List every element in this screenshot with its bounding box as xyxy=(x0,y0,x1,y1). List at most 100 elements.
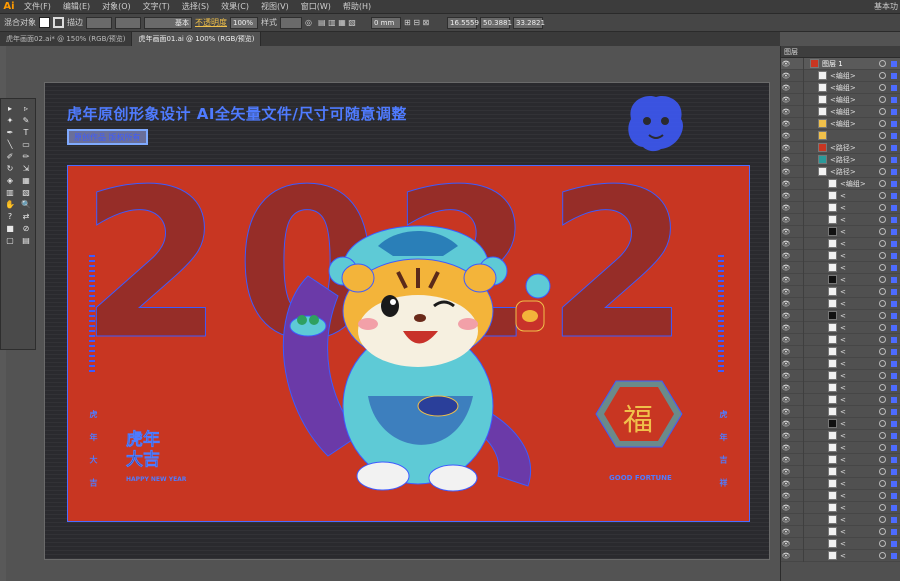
visibility-eye-icon[interactable]: 👁 xyxy=(781,238,791,250)
graphic-style-picker[interactable] xyxy=(280,16,302,29)
layer-row[interactable]: 👁 < xyxy=(781,310,900,322)
visibility-eye-icon[interactable]: 👁 xyxy=(781,118,791,130)
target-circle-icon[interactable] xyxy=(879,456,886,463)
target-circle-icon[interactable] xyxy=(879,492,886,499)
tool-icon[interactable]: T xyxy=(19,127,33,137)
target-circle-icon[interactable] xyxy=(879,228,886,235)
menu-item[interactable]: 帮助(H) xyxy=(337,1,377,12)
layer-row[interactable]: 👁 <路径> xyxy=(781,142,900,154)
lock-toggle[interactable] xyxy=(791,82,801,94)
target-circle-icon[interactable] xyxy=(879,288,886,295)
lock-toggle[interactable] xyxy=(791,550,801,562)
layer-row[interactable]: 👁 <路径> xyxy=(781,154,900,166)
artboard[interactable]: 虎年原创形象设计 AI全矢量文件/尺寸可随意调整 原创作品 版权所有 2022 xyxy=(44,82,770,560)
layer-row[interactable]: 👁 < xyxy=(781,502,900,514)
menu-item[interactable]: 视图(V) xyxy=(255,1,295,12)
tiger-god-of-wealth-illustration[interactable] xyxy=(248,206,578,506)
layer-row[interactable]: 👁 < xyxy=(781,358,900,370)
lock-toggle[interactable] xyxy=(791,142,801,154)
visibility-eye-icon[interactable]: 👁 xyxy=(781,142,791,154)
selection-indicator[interactable] xyxy=(891,180,897,187)
target-circle-icon[interactable] xyxy=(879,444,886,451)
visibility-eye-icon[interactable]: 👁 xyxy=(781,346,791,358)
visibility-eye-icon[interactable]: 👁 xyxy=(781,550,791,562)
layer-row[interactable]: 👁 < xyxy=(781,394,900,406)
tool-icon[interactable]: ◈ xyxy=(3,175,17,185)
target-circle-icon[interactable] xyxy=(879,324,886,331)
lock-toggle[interactable] xyxy=(791,202,801,214)
lock-toggle[interactable] xyxy=(791,430,801,442)
lock-toggle[interactable] xyxy=(791,418,801,430)
layer-row[interactable]: 👁 < xyxy=(781,526,900,538)
selection-indicator[interactable] xyxy=(891,192,897,199)
y-field[interactable]: 50.3881 xyxy=(480,16,512,29)
target-circle-icon[interactable] xyxy=(879,108,886,115)
lock-toggle[interactable] xyxy=(791,190,801,202)
lock-toggle[interactable] xyxy=(791,298,801,310)
visibility-eye-icon[interactable]: 👁 xyxy=(781,514,791,526)
menu-item[interactable]: 对象(O) xyxy=(96,1,137,12)
tool-icon[interactable]: ▦ xyxy=(19,175,33,185)
tool-icon[interactable]: ✏ xyxy=(19,151,33,161)
layer-row[interactable]: 👁 < xyxy=(781,430,900,442)
visibility-eye-icon[interactable]: 👁 xyxy=(781,226,791,238)
right-vertical-text[interactable]: 虎 年 吉 祥 xyxy=(718,410,729,492)
tab-doc-02[interactable]: 虎年画面02.ai* @ 150% (RGB/预览) xyxy=(0,32,133,46)
selection-indicator[interactable] xyxy=(891,168,897,175)
lock-toggle[interactable] xyxy=(791,274,801,286)
selection-indicator[interactable] xyxy=(891,96,897,103)
lock-toggle[interactable] xyxy=(791,286,801,298)
layer-row[interactable]: 👁 < xyxy=(781,250,900,262)
selection-indicator[interactable] xyxy=(891,108,897,115)
lock-toggle[interactable] xyxy=(791,166,801,178)
visibility-eye-icon[interactable]: 👁 xyxy=(781,406,791,418)
target-circle-icon[interactable] xyxy=(879,552,886,559)
brush-definition[interactable]: 基本 xyxy=(144,16,192,29)
poster-title[interactable]: 虎年原创形象设计 AI全矢量文件/尺寸可随意调整 xyxy=(67,103,407,124)
lock-toggle[interactable] xyxy=(791,394,801,406)
selection-indicator[interactable] xyxy=(891,432,897,439)
layer-row[interactable]: 👁 < xyxy=(781,190,900,202)
visibility-eye-icon[interactable]: 👁 xyxy=(781,166,791,178)
target-circle-icon[interactable] xyxy=(879,60,886,67)
stroke-swatch[interactable] xyxy=(53,17,64,28)
lock-toggle[interactable] xyxy=(791,502,801,514)
selection-indicator[interactable] xyxy=(891,204,897,211)
visibility-eye-icon[interactable]: 👁 xyxy=(781,94,791,106)
transform-icon[interactable]: ⊞ ⊟ ⊠ xyxy=(404,18,444,27)
layer-row[interactable]: 👁 < xyxy=(781,238,900,250)
target-circle-icon[interactable] xyxy=(879,120,886,127)
opacity-label[interactable]: 不透明度 xyxy=(195,17,227,28)
selection-indicator[interactable] xyxy=(891,288,897,295)
tool-icon[interactable]: ✐ xyxy=(3,151,17,161)
tool-icon[interactable]: ╲ xyxy=(3,139,17,149)
layer-row[interactable]: 👁 < xyxy=(781,466,900,478)
tool-icon[interactable]: ▢ xyxy=(3,235,17,245)
workspace-switcher[interactable]: 基本功 xyxy=(874,1,898,12)
tool-icon[interactable]: ▸ xyxy=(3,103,17,113)
selection-indicator[interactable] xyxy=(891,156,897,163)
x-field[interactable]: 16.5559 xyxy=(447,16,479,29)
lock-toggle[interactable] xyxy=(791,442,801,454)
visibility-eye-icon[interactable]: 👁 xyxy=(781,526,791,538)
layer-row[interactable]: 👁 < xyxy=(781,454,900,466)
lock-toggle[interactable] xyxy=(791,118,801,130)
lock-toggle[interactable] xyxy=(791,358,801,370)
poster-subtitle[interactable]: 原创作品 版权所有 xyxy=(67,129,148,145)
selection-indicator[interactable] xyxy=(891,408,897,415)
layer-row[interactable]: 👁 xyxy=(781,130,900,142)
tiger-logo-icon[interactable] xyxy=(621,91,691,155)
tool-icon[interactable]: ✋ xyxy=(3,199,17,209)
selection-indicator[interactable] xyxy=(891,60,897,67)
lock-toggle[interactable] xyxy=(791,454,801,466)
selection-indicator[interactable] xyxy=(891,144,897,151)
target-circle-icon[interactable] xyxy=(879,360,886,367)
target-circle-icon[interactable] xyxy=(879,540,886,547)
layer-row[interactable]: 👁 图层 1 xyxy=(781,58,900,70)
lock-toggle[interactable] xyxy=(791,250,801,262)
visibility-eye-icon[interactable]: 👁 xyxy=(781,370,791,382)
layer-row[interactable]: 👁 < xyxy=(781,322,900,334)
layer-row[interactable]: 👁 < xyxy=(781,274,900,286)
visibility-eye-icon[interactable]: 👁 xyxy=(781,478,791,490)
stroke-weight-field[interactable] xyxy=(86,16,112,29)
